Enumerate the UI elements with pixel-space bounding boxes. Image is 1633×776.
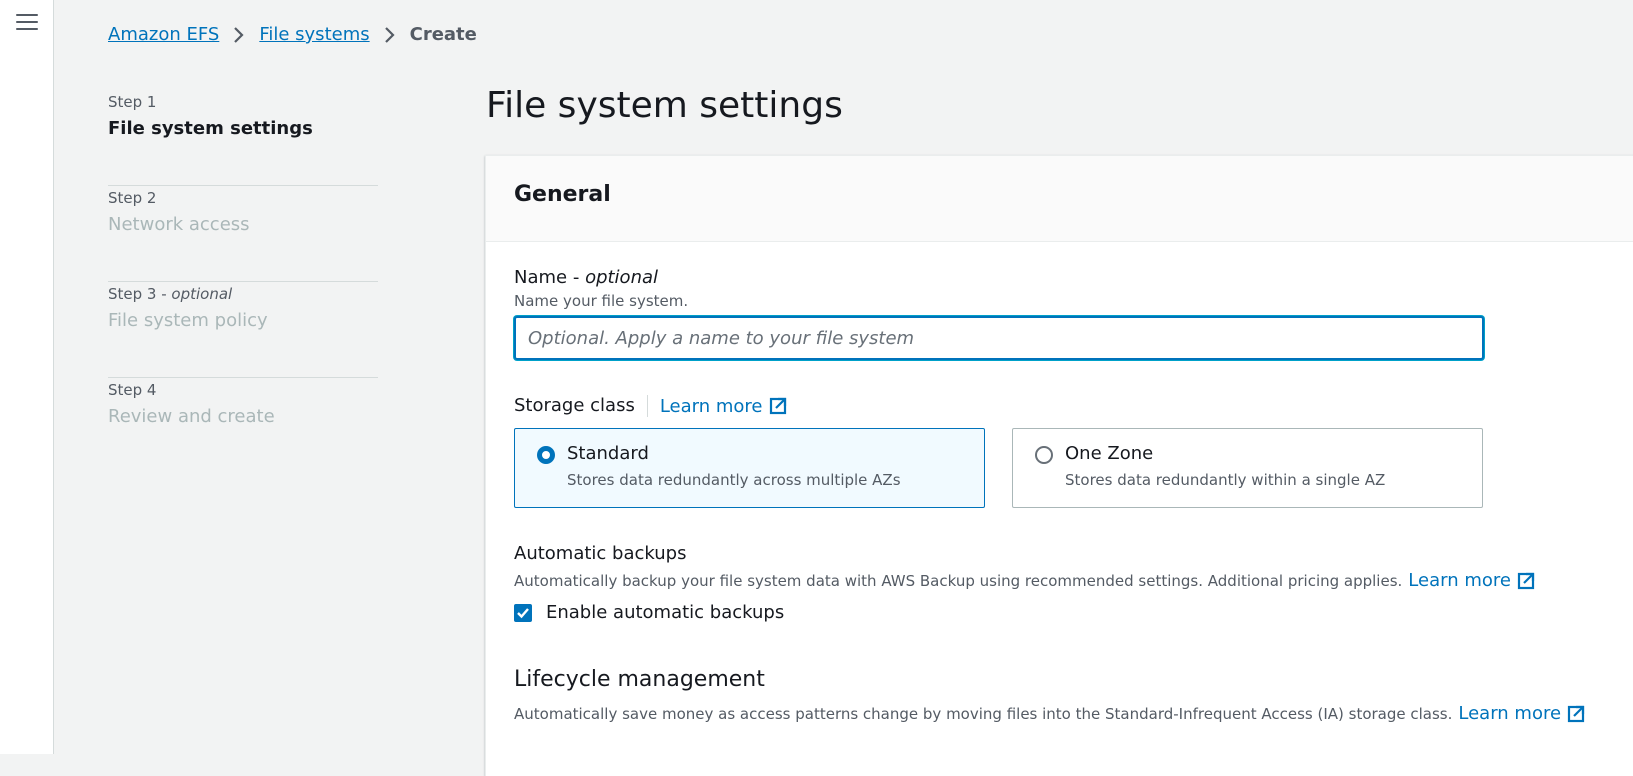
general-panel: General Name - optional Name your file s… [485,155,1633,776]
side-nav-rail [0,0,54,754]
name-optional-tag: optional [585,267,659,288]
learn-more-text: Learn more [659,395,763,417]
step-title: File system policy [108,310,268,331]
panel-body: Name - optional Name your file system. S… [514,266,1585,725]
wizard-steps: Step 1 File system settings Step 2 Netwo… [108,90,378,474]
tile-description: Stores data redundantly within a single … [1065,471,1386,489]
storage-class-options: Standard Stores data redundantly across … [514,428,1514,508]
radio-unselected-icon[interactable] [1035,446,1053,464]
wizard-step-4: Step 4 Review and create [108,378,378,474]
automatic-backups-section: Automatic backups Automatically backup y… [514,542,1535,623]
chevron-right-icon [233,25,245,45]
external-link-icon [1567,705,1585,723]
wizard-step-3: Step 3 - optional File system policy [108,282,378,378]
enable-backups-label[interactable]: Enable automatic backups [546,602,784,623]
page-title: File system settings [486,85,843,126]
storage-class-label: Storage class [514,395,635,416]
step-number: Step 3 - optional [108,285,233,303]
panel-heading: General [514,182,611,207]
lifecycle-management-section: Lifecycle management Automatically save … [514,665,1585,725]
backups-description-text: Automatically backup your file system da… [514,572,1403,590]
storage-class-one-zone-tile[interactable]: One Zone Stores data redundantly within … [1012,428,1483,508]
breadcrumb: Amazon EFS File systems Create [108,24,477,45]
step-title: File system settings [108,118,313,139]
backups-label: Automatic backups [514,543,687,564]
external-link-icon [1517,572,1535,590]
breadcrumb-link-amazon-efs[interactable]: Amazon EFS [108,24,219,45]
storage-class-learn-more-link[interactable]: Learn more [660,396,787,417]
chevron-right-icon [384,25,396,45]
backups-description: Automatically backup your file system da… [514,570,1535,592]
lifecycle-description: Automatically save money as access patte… [514,703,1585,725]
lifecycle-heading: Lifecycle management [514,667,765,692]
name-description: Name your file system. [514,292,689,310]
breadcrumb-link-file-systems[interactable]: File systems [259,24,369,45]
wizard-step-1[interactable]: Step 1 File system settings [108,90,378,186]
radio-selected-icon[interactable] [537,446,555,464]
learn-more-text: Learn more [1408,570,1511,591]
backups-learn-more-link[interactable]: Learn more [1408,570,1535,592]
lifecycle-description-text: Automatically save money as access patte… [514,705,1453,723]
step-number-text: Step 3 [108,285,157,303]
step-number: Step 2 [108,189,157,207]
tile-description: Stores data redundantly across multiple … [567,471,901,489]
storage-class-header: Storage class Learn more [514,394,1514,418]
name-label-text: Name [514,267,568,288]
step-number: Step 4 [108,381,157,399]
step-number: Step 1 [108,93,157,111]
divider [646,395,648,417]
hamburger-menu-icon[interactable] [16,14,38,32]
checkmark-icon [517,607,529,618]
tile-title: One Zone [1065,443,1154,464]
enable-backups-checkbox[interactable] [514,603,532,622]
step-optional-tag: optional [171,285,233,303]
storage-class-standard-tile[interactable]: Standard Stores data redundantly across … [514,428,985,508]
step-title: Review and create [108,406,275,427]
file-system-name-input[interactable] [514,316,1484,360]
panel-header: General [486,156,1633,242]
learn-more-text: Learn more [1458,703,1562,724]
wizard-step-2: Step 2 Network access [108,186,378,282]
external-link-icon [769,397,786,415]
enable-backups-row: Enable automatic backups [514,602,1514,623]
step-title: Network access [108,214,250,235]
lifecycle-learn-more-link[interactable]: Learn more [1458,703,1585,725]
tile-title: Standard [567,443,649,464]
name-label: Name - optional [514,267,659,288]
breadcrumb-current: Create [409,24,477,45]
